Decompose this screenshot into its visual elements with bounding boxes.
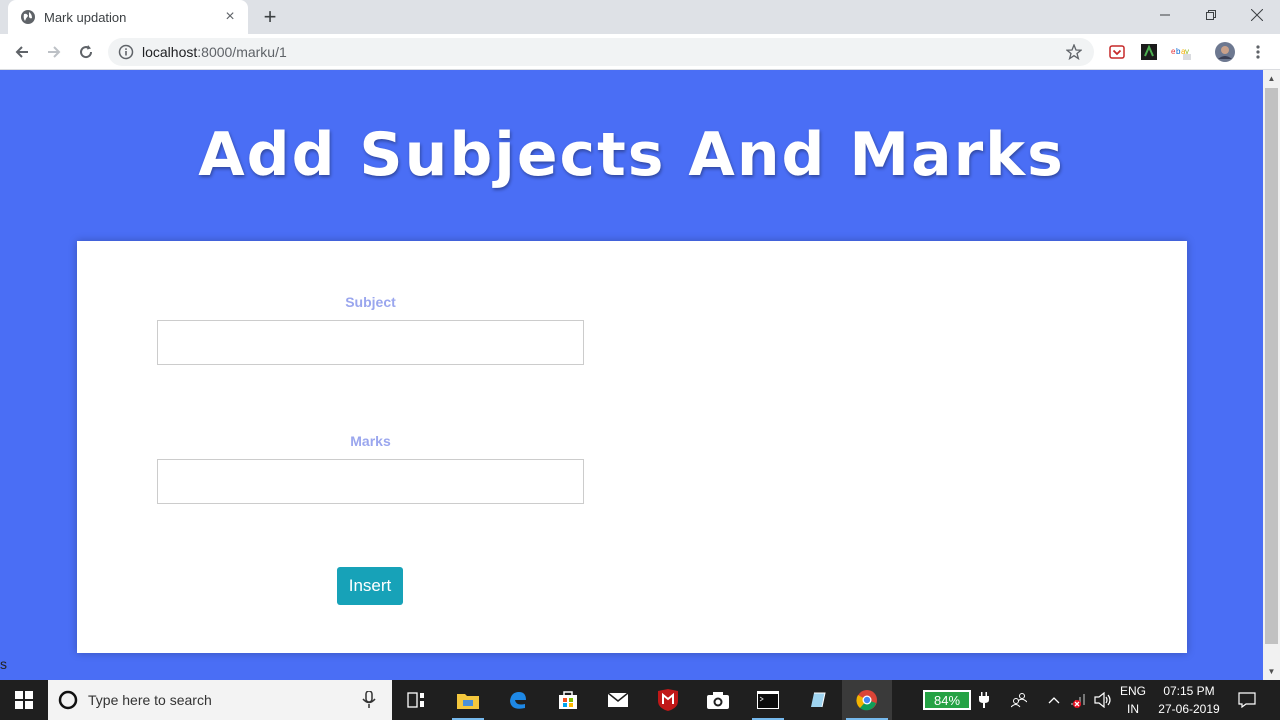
minimize-icon[interactable] [1142, 0, 1188, 30]
forward-arrow-icon [48, 46, 61, 58]
page-title: Add Subjects And Marks [198, 120, 1065, 190]
marks-input[interactable] [157, 459, 584, 504]
mcafee-icon[interactable] [646, 680, 690, 720]
network-disconnected-icon[interactable] [1068, 680, 1090, 720]
start-button[interactable] [0, 680, 48, 720]
url-path: :8000/marku/1 [197, 44, 287, 60]
task-view-icon[interactable] [396, 680, 436, 720]
url-host: localhost [142, 44, 198, 60]
subject-label: Subject [345, 294, 396, 310]
back-button[interactable] [8, 38, 36, 66]
microphone-icon[interactable] [362, 691, 376, 709]
reload-button[interactable] [72, 38, 100, 66]
new-tab-button[interactable]: + [258, 4, 282, 29]
menu-kebab-icon[interactable] [1248, 42, 1268, 62]
page-viewport: Add Subjects And Marks Subject Marks Ins… [0, 70, 1263, 680]
insert-button[interactable]: Insert [337, 567, 403, 605]
battery-indicator[interactable]: 84% [923, 690, 971, 710]
form-card: Subject Marks Insert [77, 241, 1187, 653]
people-icon[interactable] [1006, 680, 1032, 720]
profile-avatar-icon[interactable] [1215, 42, 1235, 62]
store-icon[interactable] [546, 680, 590, 720]
bookmark-star-icon[interactable] [1066, 44, 1082, 60]
mail-icon[interactable] [596, 680, 640, 720]
windows-taskbar: Type here to search 84% ENG IN 07:15 PM … [0, 680, 1280, 720]
taskbar-search-box[interactable]: Type here to search [48, 680, 392, 720]
address-bar[interactable]: localhost:8000/marku/1 [108, 38, 1094, 66]
language-bottom[interactable]: IN [1118, 702, 1148, 716]
browser-toolbar: localhost:8000/marku/1 ebay [0, 34, 1280, 70]
action-center-icon[interactable] [1234, 680, 1260, 720]
forward-button[interactable] [40, 38, 68, 66]
back-arrow-icon [15, 46, 28, 58]
edge-browser-icon[interactable] [496, 680, 540, 720]
cortana-circle-icon [58, 690, 78, 710]
subject-input[interactable] [157, 320, 584, 365]
page-scrollbar[interactable]: ▲ ▼ [1263, 70, 1280, 680]
scroll-down-icon[interactable]: ▼ [1263, 663, 1280, 680]
clock-date[interactable]: 27-06-2019 [1152, 702, 1226, 716]
volume-icon[interactable] [1092, 680, 1114, 720]
scroll-up-icon[interactable]: ▲ [1263, 70, 1280, 87]
language-top[interactable]: ENG [1118, 684, 1148, 698]
camera-icon[interactable] [696, 680, 740, 720]
tab-close-icon[interactable]: × [222, 8, 238, 25]
ebay-extension-icon[interactable]: ebay [1171, 42, 1191, 62]
restore-icon[interactable] [1188, 0, 1234, 30]
marks-label: Marks [350, 433, 391, 449]
terminal-icon[interactable] [746, 680, 790, 720]
info-icon[interactable] [118, 44, 134, 60]
windows-logo-icon [15, 691, 33, 709]
tab-title: Mark updation [44, 9, 127, 25]
pocket-extension-icon[interactable] [1107, 42, 1127, 62]
browser-tab[interactable]: Mark updation × [8, 0, 248, 34]
close-window-icon[interactable] [1234, 0, 1280, 30]
status-text: s [0, 656, 7, 672]
search-placeholder: Type here to search [88, 692, 212, 708]
reload-icon [80, 45, 93, 59]
show-hidden-icons-chevron-icon[interactable] [1044, 680, 1064, 720]
file-explorer-icon[interactable] [446, 680, 490, 720]
scroll-thumb[interactable] [1265, 88, 1278, 644]
charging-plug-icon [976, 680, 992, 720]
chrome-taskbar-icon[interactable] [842, 680, 892, 720]
green-extension-icon[interactable] [1139, 42, 1159, 62]
tab-strip: Mark updation × + [0, 0, 1280, 34]
clock-time[interactable]: 07:15 PM [1152, 684, 1226, 698]
notes-app-icon[interactable] [796, 680, 840, 720]
globe-icon [21, 10, 35, 24]
